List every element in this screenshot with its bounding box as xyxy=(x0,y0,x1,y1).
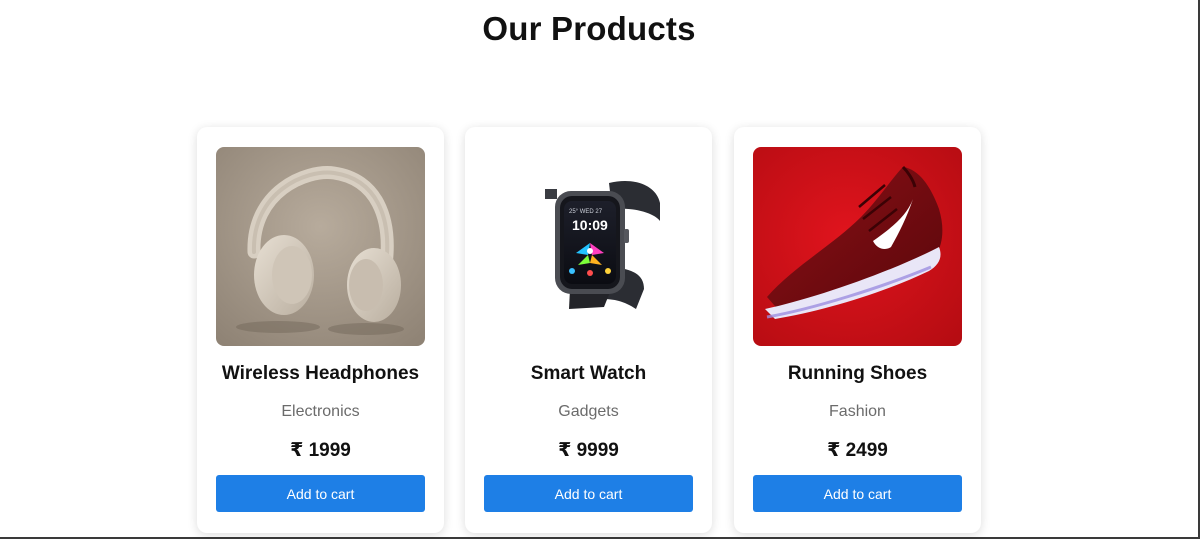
add-to-cart-button[interactable]: Add to cart xyxy=(753,475,962,512)
running-shoe-image xyxy=(753,147,962,346)
product-category: Fashion xyxy=(829,403,886,420)
watch-time-text: 10:09 xyxy=(572,217,608,233)
product-price: ₹ 1999 xyxy=(290,440,351,461)
product-name: Wireless Headphones xyxy=(221,363,420,384)
product-card: Running Shoes Fashion ₹ 2499 Add to cart xyxy=(734,127,981,533)
add-to-cart-button[interactable]: Add to cart xyxy=(484,475,693,512)
page-title: Our Products xyxy=(482,10,696,47)
product-price: ₹ 9999 xyxy=(558,440,619,461)
smartwatch-image: 25° WED 27 10:09 xyxy=(484,147,693,346)
add-to-cart-button[interactable]: Add to cart xyxy=(216,475,425,512)
product-name: Running Shoes xyxy=(787,363,928,384)
product-card: 25° WED 27 10:09 Smart Watch Gadgets ₹ 9… xyxy=(465,127,712,533)
product-card: Wireless Headphones Electronics ₹ 1999 A… xyxy=(197,127,444,533)
watch-status-text: 25° WED 27 xyxy=(569,209,603,215)
headphones-image xyxy=(216,147,425,346)
product-name: Smart Watch xyxy=(530,363,647,384)
product-category: Gadgets xyxy=(558,403,619,420)
product-price: ₹ 2499 xyxy=(827,440,888,461)
product-category: Electronics xyxy=(281,403,360,420)
